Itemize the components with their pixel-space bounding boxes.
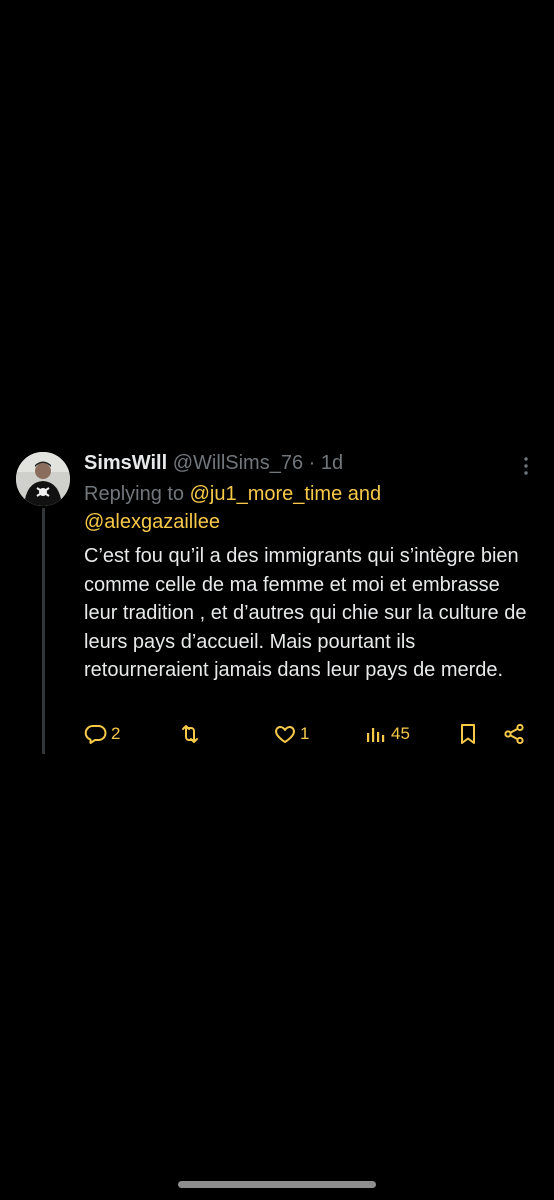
mention-user1[interactable]: @ju1_more_time (190, 483, 343, 505)
separator-dot: · (308, 452, 316, 474)
bookmark-button[interactable] (456, 720, 480, 748)
screen: SimsWill @WillSims_76 · 1d Replying to @… (0, 0, 554, 1200)
avatar[interactable] (16, 452, 70, 506)
home-indicator[interactable] (178, 1181, 376, 1188)
retweet-button[interactable] (178, 720, 205, 748)
replying-to: Replying to @ju1_more_time and @alexgaza… (84, 480, 534, 536)
bookmark-icon (461, 724, 475, 744)
tweet-content: SimsWill @WillSims_76 · 1d Replying to @… (84, 446, 534, 685)
tweet-text: C’est fou qu’il a des immigrants qui s’i… (84, 545, 527, 681)
retweet-icon (182, 725, 198, 743)
tweet[interactable]: SimsWill @WillSims_76 · 1d Replying to @… (0, 446, 554, 766)
tweet-header: SimsWill @WillSims_76 · 1d (84, 446, 534, 480)
replying-and: and (347, 483, 382, 505)
display-name[interactable]: SimsWill (84, 452, 167, 474)
views-count: 45 (391, 724, 410, 743)
avatar-image (16, 452, 70, 506)
heart-icon (275, 726, 295, 743)
like-count: 1 (300, 724, 310, 743)
mention-user2[interactable]: @alexgazaillee (84, 511, 220, 533)
analytics-bars-icon (367, 728, 385, 742)
views-button[interactable]: 45 (364, 720, 410, 748)
timestamp[interactable]: 1d (321, 452, 343, 474)
user-handle[interactable]: @WillSims_76 (173, 452, 303, 474)
action-bar: 2 1 45 (84, 720, 534, 748)
share-button[interactable] (502, 720, 526, 748)
like-button[interactable]: 1 (273, 720, 309, 748)
reply-count: 2 (111, 724, 121, 743)
reply-button[interactable]: 2 (84, 720, 120, 748)
share-icon (504, 723, 524, 745)
reply-bubble-icon (84, 724, 107, 744)
thread-line (42, 508, 45, 754)
more-vertical-icon[interactable] (514, 454, 538, 478)
replying-prefix: Replying to (84, 483, 185, 505)
